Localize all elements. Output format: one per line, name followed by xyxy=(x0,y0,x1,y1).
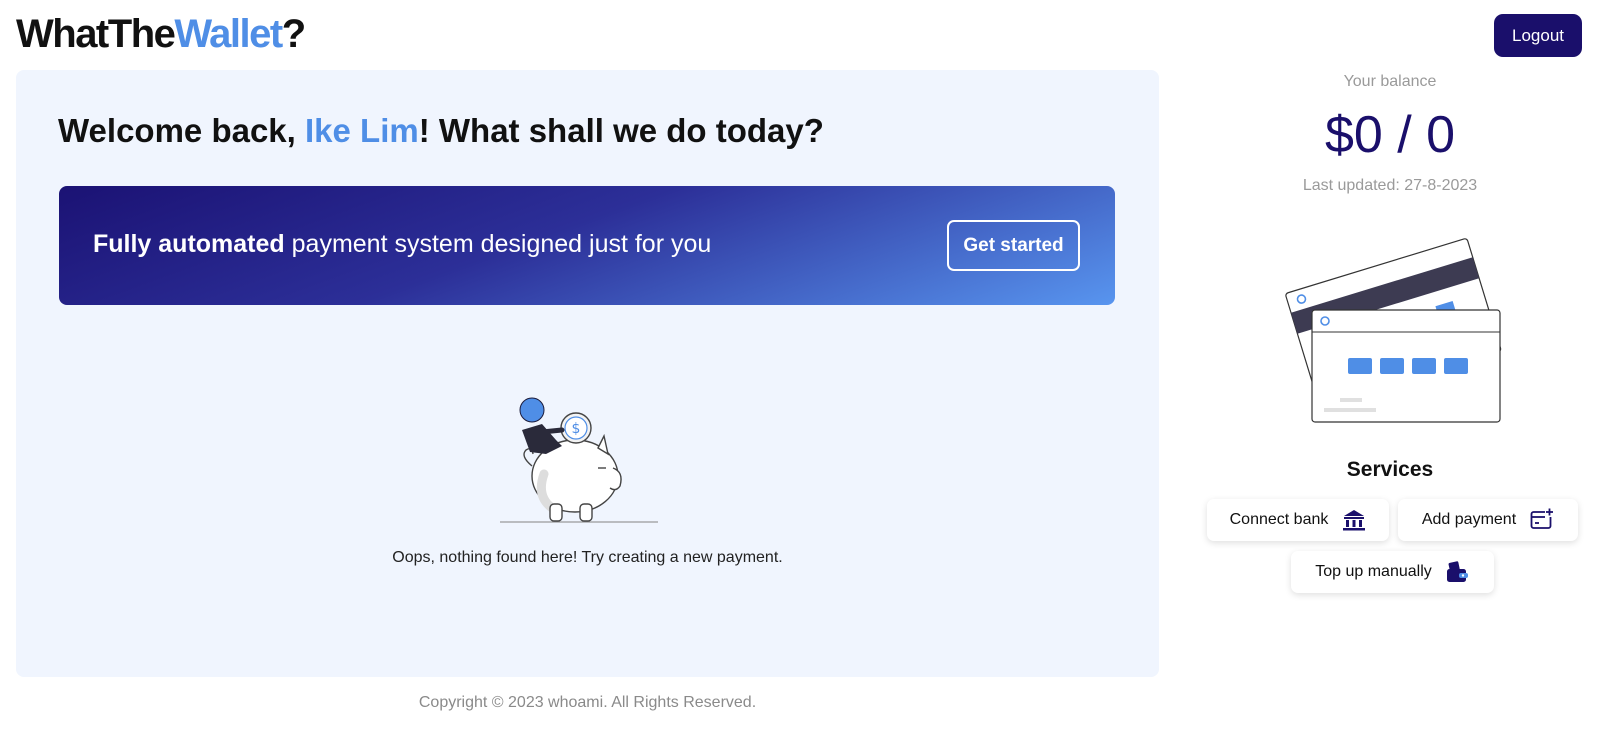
add-card-icon xyxy=(1530,508,1555,532)
credit-cards-icon xyxy=(1280,226,1504,426)
app-logo[interactable]: WhatTheWallet? xyxy=(16,12,306,57)
services-title: Services xyxy=(1346,458,1434,481)
user-name: Ike Lim xyxy=(305,112,419,149)
banner-regular-text: payment system designed just for you xyxy=(284,230,712,258)
add-payment-button[interactable]: Add payment xyxy=(1398,499,1578,541)
last-updated-text: Last updated: 27-8-2023 xyxy=(1302,177,1478,194)
footer-copyright: Copyright © 2023 whoami. All Rights Rese… xyxy=(418,694,757,711)
svg-text:$: $ xyxy=(572,421,581,437)
promo-banner: Fully automated payment system designed … xyxy=(59,186,1115,305)
banner-text: Fully automated payment system designed … xyxy=(93,230,711,259)
empty-state-message: Oops, nothing found here! Try creating a… xyxy=(392,549,783,566)
logout-button[interactable]: Logout xyxy=(1494,14,1582,57)
welcome-suffix: ! What shall we do today? xyxy=(418,112,824,149)
welcome-heading: Welcome back, Ike Lim! What shall we do … xyxy=(58,112,824,150)
balance-label: Your balance xyxy=(1343,73,1437,90)
balance-value: $0 / 0 xyxy=(1324,106,1456,164)
banner-bold-text: Fully automated xyxy=(93,230,285,258)
connect-bank-button[interactable]: Connect bank xyxy=(1207,499,1389,541)
logo-text-part3: ? xyxy=(281,12,306,56)
bank-icon xyxy=(1342,508,1366,532)
top-up-label: Top up manually xyxy=(1315,563,1432,580)
get-started-button[interactable]: Get started xyxy=(947,220,1080,271)
top-up-manually-button[interactable]: Top up manually xyxy=(1291,551,1494,593)
add-payment-label: Add payment xyxy=(1421,511,1517,528)
logo-text-part1: WhatThe xyxy=(16,12,176,56)
logo-text-accent: Wallet xyxy=(174,12,283,56)
wallet-icon xyxy=(1446,560,1470,584)
piggy-bank-icon: $ xyxy=(500,396,680,536)
welcome-prefix: Welcome back, xyxy=(58,112,306,149)
main-panel xyxy=(16,70,1159,677)
connect-bank-label: Connect bank xyxy=(1229,511,1329,528)
